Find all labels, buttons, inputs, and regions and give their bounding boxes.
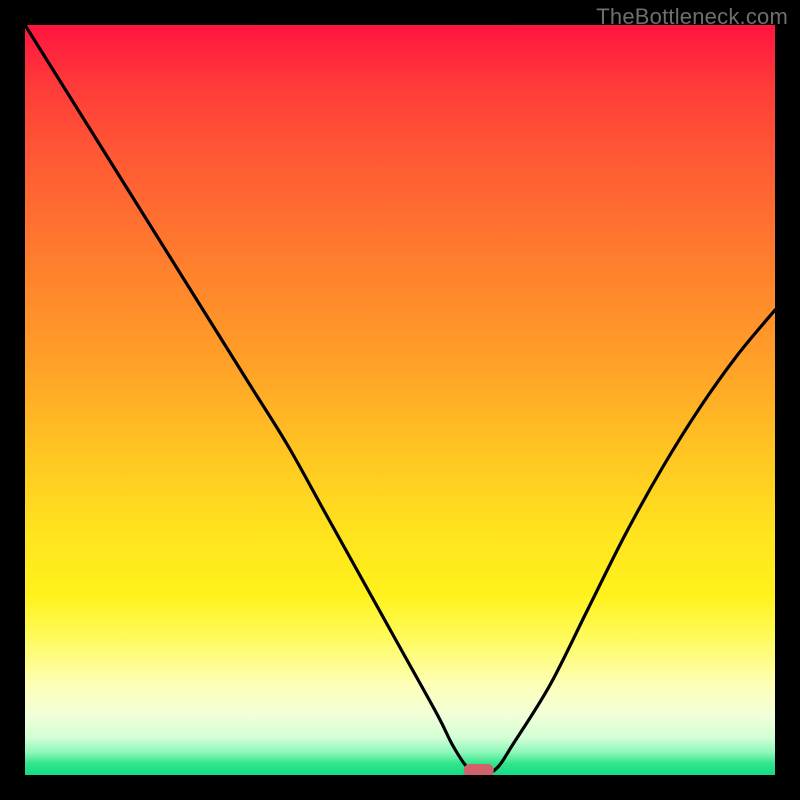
chart-container: TheBottleneck.com bbox=[0, 0, 800, 800]
curve-svg bbox=[25, 25, 775, 775]
plot-area bbox=[25, 25, 775, 775]
watermark-text: TheBottleneck.com bbox=[596, 4, 788, 30]
minimum-marker bbox=[464, 764, 494, 775]
bottleneck-curve bbox=[25, 25, 775, 775]
